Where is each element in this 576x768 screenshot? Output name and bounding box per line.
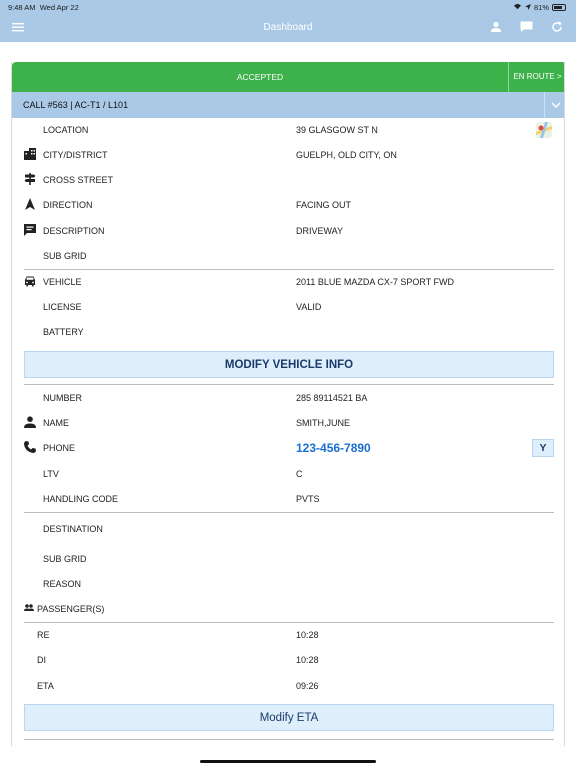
comment-icon: [24, 224, 36, 236]
chevron-down-icon[interactable]: [544, 92, 564, 118]
sub-grid-row: SUB GRID: [43, 251, 87, 261]
divider: [24, 512, 554, 513]
number-row: NUMBER 285 89114521 BA: [43, 393, 368, 403]
destination-row: DESTINATION: [43, 524, 103, 534]
call-card: ACCEPTED EN ROUTE > CALL #563 | AC-T1 / …: [11, 62, 565, 746]
people-icon: [24, 603, 36, 615]
chat-icon[interactable]: [520, 20, 536, 36]
vehicle-row: VEHICLE 2011 BLUE MAZDA CX-7 SPORT FWD: [12, 272, 564, 292]
status-bar-accepted: ACCEPTED EN ROUTE >: [12, 62, 564, 92]
battery-row: BATTERY: [43, 327, 84, 337]
wifi-icon: [513, 3, 522, 12]
call-header[interactable]: CALL #563 | AC-T1 / L101: [12, 92, 564, 118]
name-row: NAME SMITH,JUNE: [12, 413, 564, 433]
modify-eta-button[interactable]: Modify ETA: [24, 704, 554, 731]
map-icon[interactable]: [536, 122, 552, 140]
en-route-button[interactable]: EN ROUTE >: [508, 62, 564, 92]
battery-percent: 81%: [533, 3, 549, 12]
phone-icon: [24, 441, 36, 453]
description-row: DESCRIPTION DRIVEWAY: [12, 221, 564, 241]
status-time: 9:48 AM Wed Apr 22: [8, 3, 79, 12]
status-bar: 9:48 AM Wed Apr 22 81%: [0, 0, 576, 14]
location-arrow-icon: [524, 3, 531, 12]
divider: [24, 384, 554, 385]
destination-sub-grid-row: SUB GRID: [43, 554, 87, 564]
city-icon: [24, 148, 36, 160]
direction-row: DIRECTION FACING OUT: [12, 195, 564, 215]
call-header-label: CALL #563 | AC-T1 / L101: [23, 100, 129, 110]
navigation-arrow-icon: [24, 198, 36, 210]
di-time-row: DI 10:28: [37, 655, 319, 665]
location-row: LOCATION 39 GLASGOW ST N: [12, 120, 564, 140]
handling-code-row: HANDLING CODE PVTS: [43, 494, 320, 504]
eta-time-row: ETA 09:26: [37, 681, 319, 691]
cross-street-row: CROSS STREET: [12, 170, 564, 190]
reason-row: REASON: [43, 579, 82, 589]
phone-row: PHONE 123-456-7890 Y: [12, 438, 564, 460]
modify-vehicle-info-button[interactable]: MODIFY VEHICLE INFO: [24, 351, 554, 378]
signpost-icon: [24, 173, 36, 185]
battery-icon: [552, 4, 566, 11]
home-indicator[interactable]: [200, 760, 376, 763]
phone-confirm-button[interactable]: Y: [532, 439, 554, 457]
passengers-row: PASSENGER(S): [12, 599, 564, 619]
nav-bar: Dashboard: [0, 14, 576, 42]
person-icon: [24, 416, 36, 428]
call-status: ACCEPTED: [236, 72, 284, 82]
divider: [24, 622, 554, 623]
ltv-row: LTV C: [43, 469, 303, 479]
phone-link[interactable]: 123-456-7890: [296, 441, 371, 455]
re-time-row: RE 10:28: [37, 630, 319, 640]
divider: [24, 269, 554, 270]
car-icon: [24, 275, 36, 287]
refresh-icon[interactable]: [551, 20, 567, 36]
city-row: CITY/DISTRICT GUELPH, OLD CITY, ON: [12, 145, 564, 165]
license-row: LICENSE VALID: [43, 302, 322, 312]
person-icon[interactable]: [490, 20, 506, 36]
divider: [24, 739, 554, 740]
